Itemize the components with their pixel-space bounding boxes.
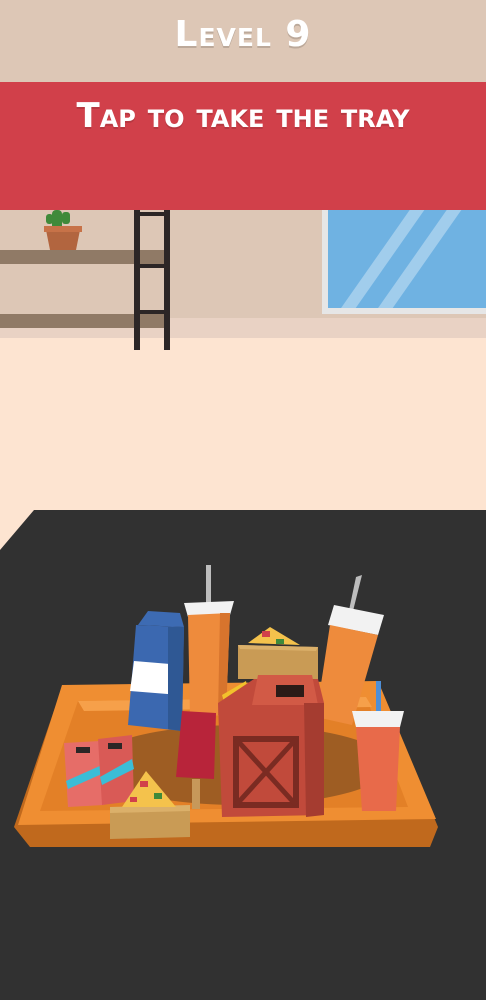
food-tray[interactable] [0, 555, 486, 865]
instruction-text: Tap to take the tray [76, 96, 410, 136]
wall-shelf-lower [0, 314, 170, 328]
fuel-canister-icon[interactable] [218, 675, 324, 817]
soda-cans-icon[interactable] [64, 735, 134, 807]
wall-shelf-upper [0, 250, 170, 264]
pizza-slice-icon[interactable] [238, 627, 318, 679]
rack-bar [134, 212, 170, 216]
rack-post-left [134, 210, 140, 350]
window [322, 210, 486, 314]
level-title: Level 9 [174, 14, 312, 55]
rack-post-right [164, 210, 170, 350]
rack-bar [134, 264, 170, 268]
rack-bar [134, 310, 170, 314]
milk-carton-icon[interactable] [128, 611, 184, 731]
